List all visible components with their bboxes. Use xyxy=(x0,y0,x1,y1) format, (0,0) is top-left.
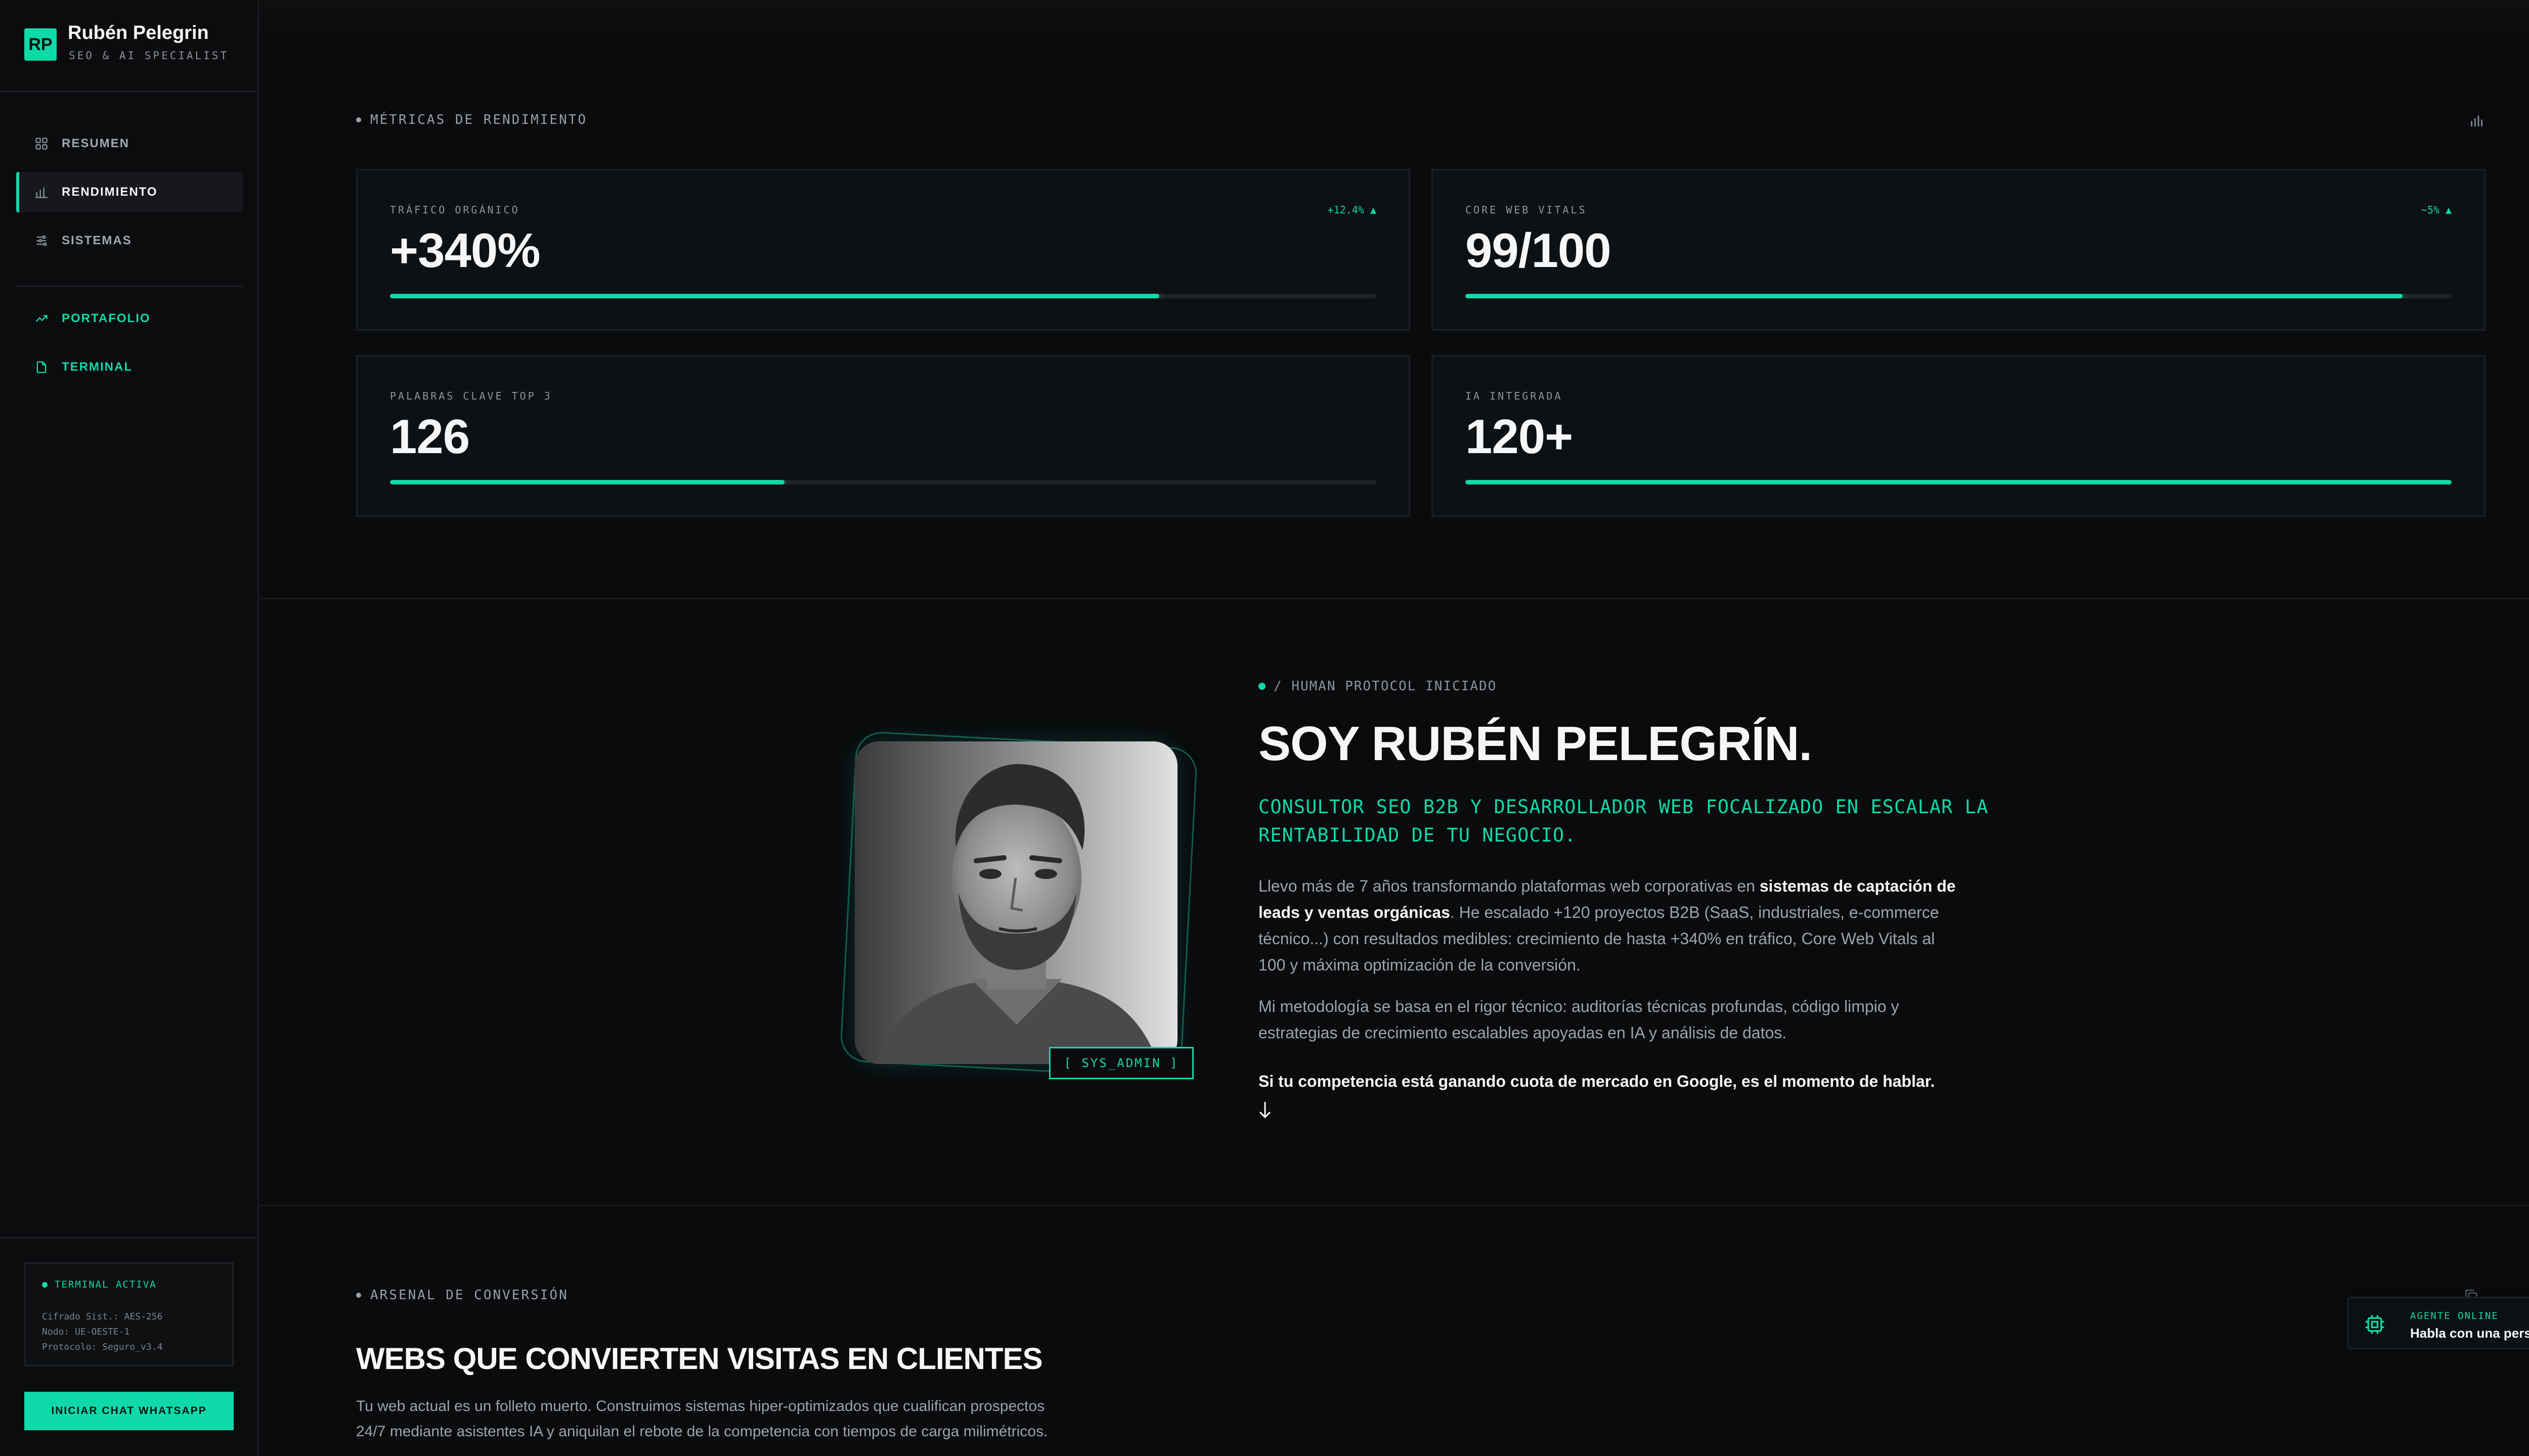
nav-label: RESUMEN xyxy=(62,137,130,150)
nav-label: PORTAFOLIO xyxy=(62,312,151,325)
metric-label: IA INTEGRADA xyxy=(1465,390,1563,402)
agent-chat-widget[interactable]: AGENTE ONLINE Habla con una persona xyxy=(2347,1297,2529,1349)
protocol-label: / HUMAN PROTOCOL INICIADO xyxy=(1258,679,1497,694)
cpu-chip-icon xyxy=(2365,1315,2384,1334)
trending-up-icon xyxy=(35,315,48,322)
arsenal-heading: WEBS QUE CONVIERTEN VISITAS EN CLIENTES xyxy=(356,1342,1043,1376)
system-status-title: TERMINAL ACTIVA xyxy=(42,1279,216,1290)
nav-item-resumen[interactable]: RESUMEN xyxy=(16,123,243,164)
profile-subtitle: CONSULTOR SEO B2B Y DESARROLLADOR WEB FO… xyxy=(1258,796,1989,846)
metric-progress-fill xyxy=(1465,294,2403,298)
label-dot xyxy=(356,1293,361,1298)
sys-admin-badge: [ SYS_ADMIN ] xyxy=(1049,1047,1194,1079)
metric-progress-track xyxy=(1465,294,2452,298)
metric-label: TRÁFICO ORGÁNICO xyxy=(390,204,520,216)
arsenal-section-label: ARSENAL DE CONVERSIÓN xyxy=(356,1288,569,1303)
metric-value: +340% xyxy=(390,224,541,278)
section-divider xyxy=(259,1205,2529,1206)
metric-value: 126 xyxy=(390,410,470,464)
brand-subtitle: SEO & AI SPECIALIST xyxy=(69,50,229,62)
protocol-text: / HUMAN PROTOCOL INICIADO xyxy=(1274,679,1497,694)
metric-value: 99/100 xyxy=(1465,224,1611,278)
metric-value: 120+ xyxy=(1465,410,1573,464)
metric-card-top3-keywords: PALABRAS CLAVE TOP 3 126 xyxy=(356,355,1410,517)
metrics-section-label: MÉTRICAS DE RENDIMIENTO xyxy=(356,112,587,127)
file-icon xyxy=(36,361,47,373)
arsenal-text: Tu web actual es un folleto muerto. Cons… xyxy=(356,1398,1048,1440)
metric-progress-fill xyxy=(390,294,1159,298)
whatsapp-chat-button[interactable]: INICIAR CHAT WHATSAPP xyxy=(24,1392,234,1430)
system-status-line: Protocolo: Seguro_v3.4 xyxy=(42,1342,163,1352)
nav-label: SISTEMAS xyxy=(62,234,132,247)
profile-paragraph-1: Llevo más de 7 años transformando plataf… xyxy=(1258,873,1956,978)
metric-card-ai-integrated: IA INTEGRADA 120+ xyxy=(1431,355,2486,517)
label-dot xyxy=(356,117,361,122)
footer-divider xyxy=(0,1237,257,1239)
profile-heading: SOY RUBÉN PELEGRÍN. xyxy=(1258,717,1812,771)
metric-progress-track xyxy=(1465,480,2452,484)
status-dot xyxy=(1258,683,1266,690)
nav-label: RENDIMIENTO xyxy=(62,185,158,199)
portrait-image xyxy=(855,741,1178,1064)
metric-progress-fill xyxy=(390,480,784,484)
metric-card-core-web-vitals: CORE WEB VITALS ~5% ▲ 99/100 xyxy=(1431,169,2486,331)
bar-chart-icon xyxy=(35,187,48,198)
top-band xyxy=(259,0,2529,35)
agent-cta: Habla con una persona xyxy=(2410,1326,2529,1341)
metric-progress-track xyxy=(390,294,1376,298)
nav-item-rendimiento[interactable]: RENDIMIENTO xyxy=(16,172,243,212)
metric-progress-track xyxy=(390,480,1376,484)
metric-delta: ~5% ▲ xyxy=(2421,204,2452,216)
system-status-panel: TERMINAL ACTIVA Cifrado Sist.: AES-256 N… xyxy=(24,1262,234,1366)
metric-label: PALABRAS CLAVE TOP 3 xyxy=(390,390,552,402)
nav-item-terminal[interactable]: TERMINAL xyxy=(16,347,243,387)
nav-item-portafolio[interactable]: PORTAFOLIO xyxy=(16,298,243,339)
metric-delta: +12.4% ▲ xyxy=(1327,204,1376,216)
status-dot xyxy=(42,1282,48,1288)
bar-chart-icon[interactable] xyxy=(2468,112,2484,128)
system-status-label: TERMINAL ACTIVA xyxy=(55,1279,157,1290)
agent-status: AGENTE ONLINE xyxy=(2410,1310,2499,1321)
grid-icon xyxy=(35,138,48,150)
system-status-line: Nodo: UE-OESTE-1 xyxy=(42,1327,130,1337)
metrics-label-text: MÉTRICAS DE RENDIMIENTO xyxy=(370,112,588,127)
profile-paragraph-2: Mi metodología se basa en el rigor técni… xyxy=(1258,997,1899,1042)
brand-name: Rubén Pelegrin xyxy=(68,22,209,43)
section-divider xyxy=(259,598,2529,599)
metric-label: CORE WEB VITALS xyxy=(1465,204,1587,216)
brand-header: RP Rubén Pelegrin SEO & AI SPECIALIST xyxy=(0,0,257,92)
nav-divider xyxy=(16,285,243,287)
arsenal-label-text: ARSENAL DE CONVERSIÓN xyxy=(370,1288,569,1303)
brand-logo[interactable]: RP xyxy=(24,28,57,61)
metric-card-organic-traffic: TRÁFICO ORGÁNICO +12.4% ▲ +340% xyxy=(356,169,1410,331)
metric-progress-fill xyxy=(1465,480,2452,484)
arrow-down-icon[interactable] xyxy=(1257,1099,1273,1120)
sliders-icon xyxy=(36,235,47,246)
sidebar: RP Rubén Pelegrin SEO & AI SPECIALIST RE… xyxy=(0,0,259,1456)
nav-item-sistemas[interactable]: SISTEMAS xyxy=(16,220,243,261)
paragraph-text: Llevo más de 7 años transformando plataf… xyxy=(1258,877,1760,895)
profile-photo xyxy=(855,741,1178,1064)
system-status-line: Cifrado Sist.: AES-256 xyxy=(42,1311,163,1322)
nav-label: TERMINAL xyxy=(62,360,133,374)
profile-cta: Si tu competencia está ganando cuota de … xyxy=(1258,1072,1935,1090)
